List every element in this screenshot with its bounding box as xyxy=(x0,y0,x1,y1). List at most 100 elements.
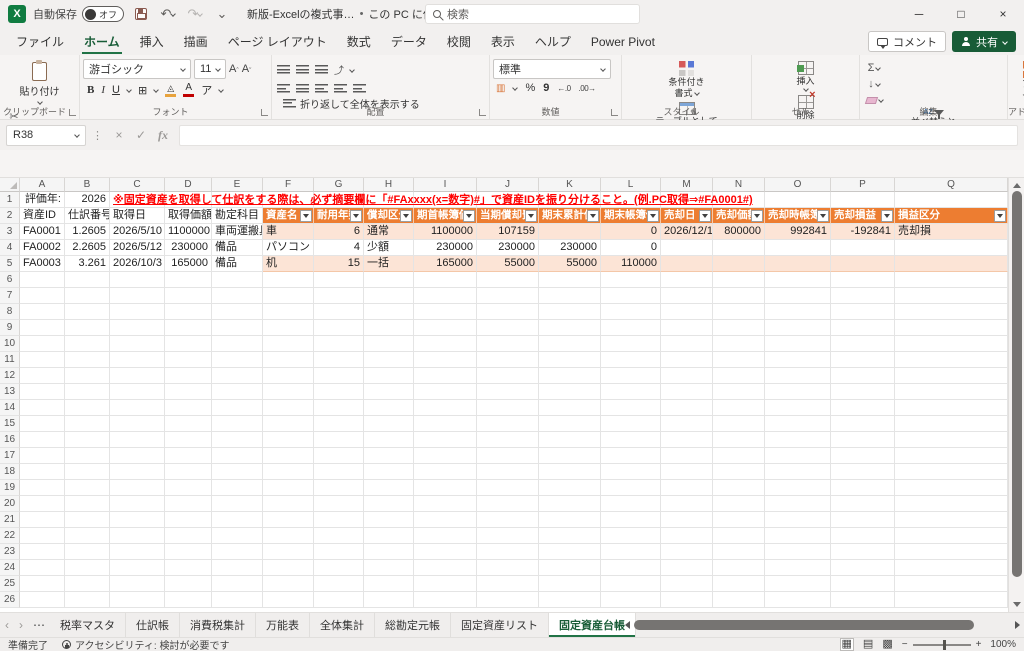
cell-O16[interactable] xyxy=(765,432,831,448)
cell-L5[interactable]: 110000 xyxy=(601,256,661,272)
cell-P23[interactable] xyxy=(831,544,895,560)
cell-B18[interactable] xyxy=(65,464,110,480)
cell-I9[interactable] xyxy=(414,320,477,336)
cell-P1[interactable] xyxy=(831,192,895,208)
row-header-5[interactable]: 5 xyxy=(0,256,20,272)
cell-E16[interactable] xyxy=(212,432,263,448)
cell-B5[interactable]: 3.261 xyxy=(65,256,110,272)
cell-C21[interactable] xyxy=(110,512,165,528)
cell-B11[interactable] xyxy=(65,352,110,368)
cell-H21[interactable] xyxy=(364,512,414,528)
cell-I11[interactable] xyxy=(414,352,477,368)
cell-E6[interactable] xyxy=(212,272,263,288)
column-header-K[interactable]: K xyxy=(539,178,601,192)
name-box[interactable]: R38 xyxy=(6,125,86,146)
cell-N7[interactable] xyxy=(713,288,765,304)
cell-Q7[interactable] xyxy=(895,288,1008,304)
vertical-scrollbar[interactable] xyxy=(1008,178,1024,612)
cell-G6[interactable] xyxy=(314,272,364,288)
cell-Q23[interactable] xyxy=(895,544,1008,560)
column-header-O[interactable]: O xyxy=(765,178,831,192)
cell-Q3[interactable]: 売却損 xyxy=(895,224,1008,240)
addins-button[interactable]: アド イン xyxy=(1011,59,1024,102)
cell-C23[interactable] xyxy=(110,544,165,560)
cell-N6[interactable] xyxy=(713,272,765,288)
cell-G24[interactable] xyxy=(314,560,364,576)
cell-A16[interactable] xyxy=(20,432,65,448)
row-header-25[interactable]: 25 xyxy=(0,576,20,592)
cell-O8[interactable] xyxy=(765,304,831,320)
align-bottom-icon[interactable] xyxy=(315,65,328,74)
cell-A10[interactable] xyxy=(20,336,65,352)
filter-dropdown-icon[interactable] xyxy=(300,210,312,222)
cell-H26[interactable] xyxy=(364,592,414,608)
cell-F2[interactable]: 資産名 xyxy=(263,208,314,224)
cell-M3[interactable]: 2026/12/1 xyxy=(661,224,713,240)
cell-K4[interactable]: 230000 xyxy=(539,240,601,256)
cell-Q22[interactable] xyxy=(895,528,1008,544)
paste-button[interactable]: 貼り付け xyxy=(3,59,76,107)
cell-J7[interactable] xyxy=(477,288,539,304)
cell-A17[interactable] xyxy=(20,448,65,464)
cell-G7[interactable] xyxy=(314,288,364,304)
cell-G14[interactable] xyxy=(314,400,364,416)
cell-L4[interactable]: 0 xyxy=(601,240,661,256)
zoom-slider[interactable]: − + xyxy=(902,639,982,650)
cell-F24[interactable] xyxy=(263,560,314,576)
cell-G17[interactable] xyxy=(314,448,364,464)
cell-K7[interactable] xyxy=(539,288,601,304)
cell-H12[interactable] xyxy=(364,368,414,384)
font-size-select[interactable]: 11 xyxy=(194,59,226,79)
cell-D20[interactable] xyxy=(165,496,212,512)
cell-L13[interactable] xyxy=(601,384,661,400)
cell-M16[interactable] xyxy=(661,432,713,448)
scroll-down-icon[interactable] xyxy=(1013,602,1021,607)
row-header-4[interactable]: 4 xyxy=(0,240,20,256)
filter-dropdown-icon[interactable] xyxy=(817,210,829,222)
cell-E19[interactable] xyxy=(212,480,263,496)
cell-N4[interactable] xyxy=(713,240,765,256)
row-header-24[interactable]: 24 xyxy=(0,560,20,576)
column-header-I[interactable]: I xyxy=(414,178,477,192)
fill-button[interactable]: ↓ xyxy=(865,77,883,91)
save-button[interactable] xyxy=(131,4,151,24)
cell-Q11[interactable] xyxy=(895,352,1008,368)
cell-M18[interactable] xyxy=(661,464,713,480)
cell-H18[interactable] xyxy=(364,464,414,480)
cell-O18[interactable] xyxy=(765,464,831,480)
cell-M10[interactable] xyxy=(661,336,713,352)
formula-input[interactable] xyxy=(179,125,1018,146)
cell-D13[interactable] xyxy=(165,384,212,400)
cell-O3[interactable]: 992841 xyxy=(765,224,831,240)
cell-A13[interactable] xyxy=(20,384,65,400)
cell-O23[interactable] xyxy=(765,544,831,560)
increase-font-button[interactable]: Aˆ xyxy=(229,63,239,75)
cell-D23[interactable] xyxy=(165,544,212,560)
cell-B6[interactable] xyxy=(65,272,110,288)
cell-Q8[interactable] xyxy=(895,304,1008,320)
cell-C18[interactable] xyxy=(110,464,165,480)
cell-J17[interactable] xyxy=(477,448,539,464)
cell-F10[interactable] xyxy=(263,336,314,352)
cell-J14[interactable] xyxy=(477,400,539,416)
cell-N3[interactable]: 800000 xyxy=(713,224,765,240)
cell-L26[interactable] xyxy=(601,592,661,608)
filter-dropdown-icon[interactable] xyxy=(350,210,362,222)
cell-N20[interactable] xyxy=(713,496,765,512)
cell-K20[interactable] xyxy=(539,496,601,512)
orientation-button[interactable]: ⤴ xyxy=(334,62,344,77)
select-all-corner[interactable] xyxy=(0,178,20,192)
number-dialog-launcher[interactable] xyxy=(611,109,618,116)
cell-H14[interactable] xyxy=(364,400,414,416)
cell-P16[interactable] xyxy=(831,432,895,448)
sheet-tab-0[interactable]: 税率マスタ xyxy=(50,613,126,637)
row-header-6[interactable]: 6 xyxy=(0,272,20,288)
cell-J23[interactable] xyxy=(477,544,539,560)
cell-I15[interactable] xyxy=(414,416,477,432)
cell-J11[interactable] xyxy=(477,352,539,368)
cell-I22[interactable] xyxy=(414,528,477,544)
row-header-2[interactable]: 2 xyxy=(0,208,20,224)
cell-K9[interactable] xyxy=(539,320,601,336)
cell-G2[interactable]: 耐用年数 xyxy=(314,208,364,224)
column-header-H[interactable]: H xyxy=(364,178,414,192)
